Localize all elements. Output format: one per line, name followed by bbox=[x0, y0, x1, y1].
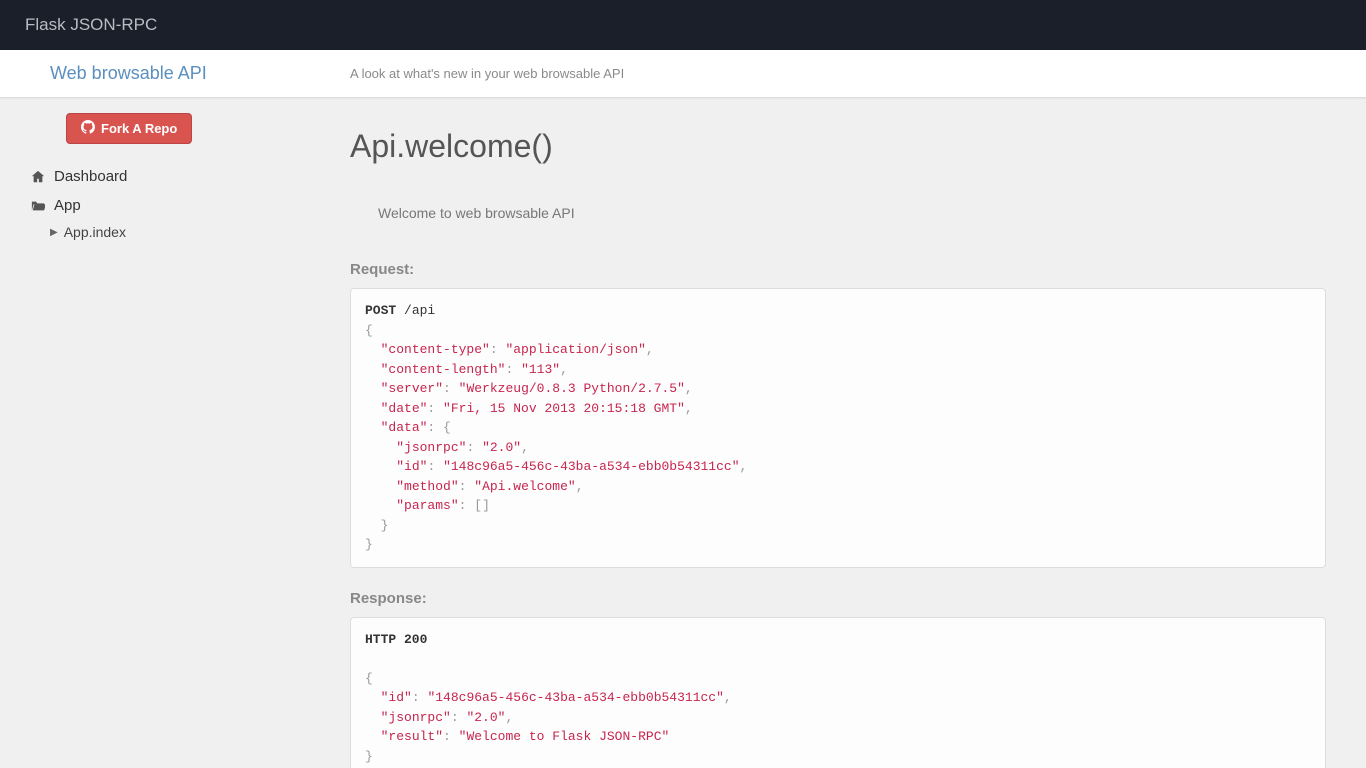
subheader: Web browsable API A look at what's new i… bbox=[0, 50, 1366, 98]
folder-open-icon bbox=[30, 199, 46, 213]
sidebar-item-label: Dashboard bbox=[54, 168, 127, 185]
sidebar-subitem-label: App.index bbox=[64, 224, 126, 240]
welcome-message: Welcome to web browsable API bbox=[378, 205, 1326, 221]
response-code-block: HTTP 200 { "id": "148c96a5-456c-43ba-a53… bbox=[350, 617, 1326, 768]
fork-repo-button[interactable]: Fork A Repo bbox=[66, 113, 192, 144]
sidebar-subitem-app-index[interactable]: ▶ App.index bbox=[30, 220, 280, 244]
sidebar-item-app[interactable]: App bbox=[30, 191, 280, 220]
subheader-desc: A look at what's new in your web browsab… bbox=[350, 66, 624, 81]
sidebar-item-label: App bbox=[54, 197, 81, 214]
page-title: Api.welcome() bbox=[350, 128, 1326, 165]
topbar: Flask JSON-RPC bbox=[0, 0, 1366, 50]
github-icon bbox=[81, 120, 95, 137]
subheader-title[interactable]: Web browsable API bbox=[50, 63, 350, 84]
sidebar-item-dashboard[interactable]: Dashboard bbox=[30, 162, 280, 191]
request-code-block: POST /api { "content-type": "application… bbox=[350, 288, 1326, 568]
caret-right-icon: ▶ bbox=[50, 227, 58, 238]
topbar-title: Flask JSON-RPC bbox=[25, 15, 157, 35]
response-label: Response: bbox=[350, 590, 1326, 607]
fork-repo-label: Fork A Repo bbox=[101, 121, 177, 136]
request-label: Request: bbox=[350, 261, 1326, 278]
main-content[interactable]: Api.welcome() Welcome to web browsable A… bbox=[310, 98, 1366, 768]
sidebar: Fork A Repo Dashboard App ▶ App.index bbox=[0, 98, 310, 768]
home-icon bbox=[30, 170, 46, 184]
